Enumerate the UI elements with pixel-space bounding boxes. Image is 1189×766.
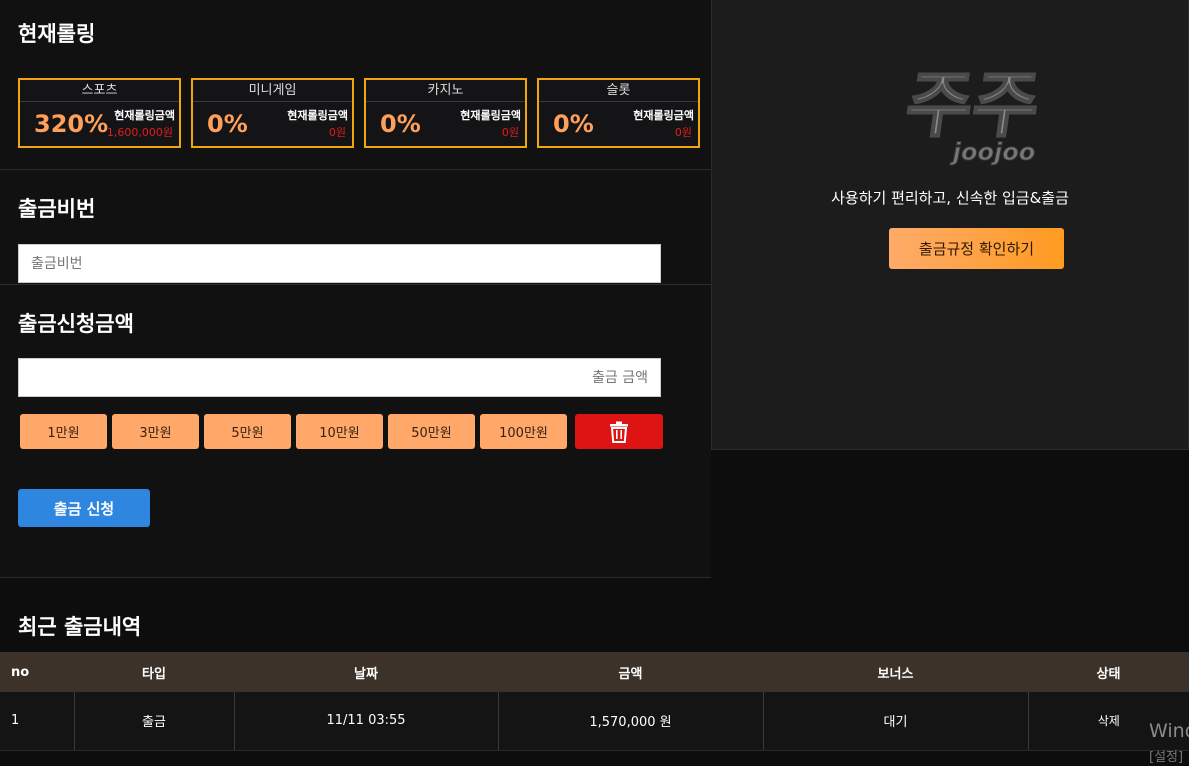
col-state: 상태 [1028,652,1189,692]
rolling-boxes: 스포츠 320% 현재롤링금액 1,600,000원 미니게임 0% 현재롤링금… [18,78,700,148]
rolling-percent: 0% [380,110,421,138]
logo-text: 주주 [900,64,1044,148]
withdraw-rules-button[interactable]: 출금규정 확인하기 [889,228,1064,269]
col-amount: 금액 [498,652,763,692]
rolling-percent: 0% [553,110,594,138]
rolling-amount-label: 현재롤링금액 [114,109,175,122]
rolling-percent: 0% [207,110,248,138]
cell-no: 1 [0,692,74,751]
rolling-title: 현재롤링 [18,22,96,46]
table-row: 1 출금 11/11 03:55 1,570,000 원 대기 삭제 [0,692,1189,751]
rolling-amount: 1,600,000원 [106,126,173,139]
delete-button[interactable]: 삭제 [1098,714,1120,728]
rolling-box-casino: 카지노 0% 현재롤링금액 0원 [364,78,527,148]
rolling-box-name: 카지노 [366,80,525,102]
amount-input[interactable] [18,358,661,397]
cell-date: 11/11 03:55 [233,692,498,751]
rolling-section: 현재롤링 스포츠 320% 현재롤링금액 1,600,000원 미니게임 0% … [0,0,711,170]
rolling-amount: 0원 [328,126,346,139]
windows-watermark: Wind [1149,720,1189,742]
col-bonus: 보너스 [763,652,1028,692]
cell-amount: 1,570,000 원 [497,692,763,751]
history-title: 최근 출금내역 [18,615,142,639]
chip-500k-button[interactable]: 50만원 [388,414,475,449]
history-header-row: no 타입 날짜 금액 보너스 상태 [0,652,1189,692]
col-no: no [0,652,74,692]
logo-sub: joojoo [949,138,1035,166]
chip-50k-button[interactable]: 5만원 [204,414,291,449]
withdraw-form: 현재롤링 스포츠 320% 현재롤링금액 1,600,000원 미니게임 0% … [0,0,711,578]
rolling-box-slot: 슬롯 0% 현재롤링금액 0원 [537,78,700,148]
clear-amount-button[interactable] [575,414,663,449]
amount-section: 출금신청금액 1만원 3만원 5만원 10만원 50만원 100만원 출금 신청 [0,285,711,578]
amount-title: 출금신청금액 [18,312,134,336]
pin-input[interactable] [18,244,661,283]
withdraw-submit-button[interactable]: 출금 신청 [18,489,150,527]
rolling-percent: 320% [34,110,109,138]
rolling-box-minigame: 미니게임 0% 현재롤링금액 0원 [191,78,354,148]
promo-tagline: 사용하기 편리하고, 신속한 입금&출금 [831,189,1069,207]
col-date: 날짜 [234,652,498,692]
windows-watermark-settings: [설정] [1149,750,1184,765]
col-type: 타입 [74,652,234,692]
joojoo-logo: 주주 joojoo [899,63,1045,166]
rolling-box-name: 미니게임 [193,80,352,102]
rolling-amount-label: 현재롤링금액 [287,109,348,122]
rolling-amount: 0원 [501,126,519,139]
history-table: no 타입 날짜 금액 보너스 상태 1 출금 11/11 03:55 1,57… [0,652,1189,751]
trash-icon [610,421,628,443]
cell-bonus: 대기 [762,692,1028,751]
rolling-box-sports: 스포츠 320% 현재롤링금액 1,600,000원 [18,78,181,148]
rolling-amount: 0원 [674,126,692,139]
promo-panel: 주주 joojoo 사용하기 편리하고, 신속한 입금&출금 출금규정 확인하기 [711,0,1189,450]
chip-10k-button[interactable]: 1만원 [20,414,107,449]
chip-30k-button[interactable]: 3만원 [112,414,199,449]
rolling-amount-label: 현재롤링금액 [633,109,694,122]
chip-1m-button[interactable]: 100만원 [480,414,567,449]
cell-type: 출금 [73,692,234,751]
rolling-box-name: 스포츠 [20,80,179,102]
rolling-box-name: 슬롯 [539,80,698,102]
pin-title: 출금비번 [18,197,96,221]
amount-chips: 1만원 3만원 5만원 10만원 50만원 100만원 [20,414,663,449]
chip-100k-button[interactable]: 10만원 [296,414,383,449]
rolling-amount-label: 현재롤링금액 [460,109,521,122]
